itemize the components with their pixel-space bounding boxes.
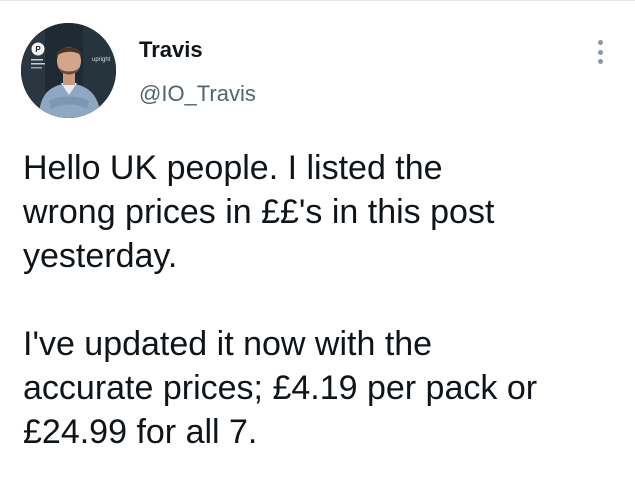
text-line: yesterday.: [23, 237, 178, 275]
ellipsis-dot: [597, 40, 603, 45]
ellipsis-dot: [597, 59, 603, 64]
author-display-name[interactable]: Travis: [139, 37, 203, 63]
text-line: Hello UK people. I listed the: [23, 149, 443, 187]
ellipsis-dot: [597, 49, 603, 55]
tweet-paragraph: I've updated it now with the accurate pr…: [23, 322, 623, 454]
banner-text: upright: [92, 57, 111, 63]
tweet-card: P upright Travis @IO_Travis Hello UK peo…: [0, 0, 635, 500]
text-line: wrong prices in ££'s in this post: [23, 193, 495, 231]
text-line: I've updated it now with the: [23, 325, 433, 363]
text-line: £24.99 for all 7.: [23, 413, 258, 451]
logo-letter: P: [35, 45, 41, 54]
author-avatar[interactable]: P upright: [21, 23, 116, 118]
vertical-ellipsis-icon[interactable]: [588, 37, 612, 67]
tweet-paragraph: Hello UK people. I listed the wrong pric…: [23, 146, 623, 278]
tweet-text: Hello UK people. I listed the wrong pric…: [23, 146, 623, 454]
author-handle[interactable]: @IO_Travis: [139, 81, 256, 107]
text-line: accurate prices; £4.19 per pack or: [23, 369, 538, 407]
profile-photo: P upright: [21, 23, 116, 118]
